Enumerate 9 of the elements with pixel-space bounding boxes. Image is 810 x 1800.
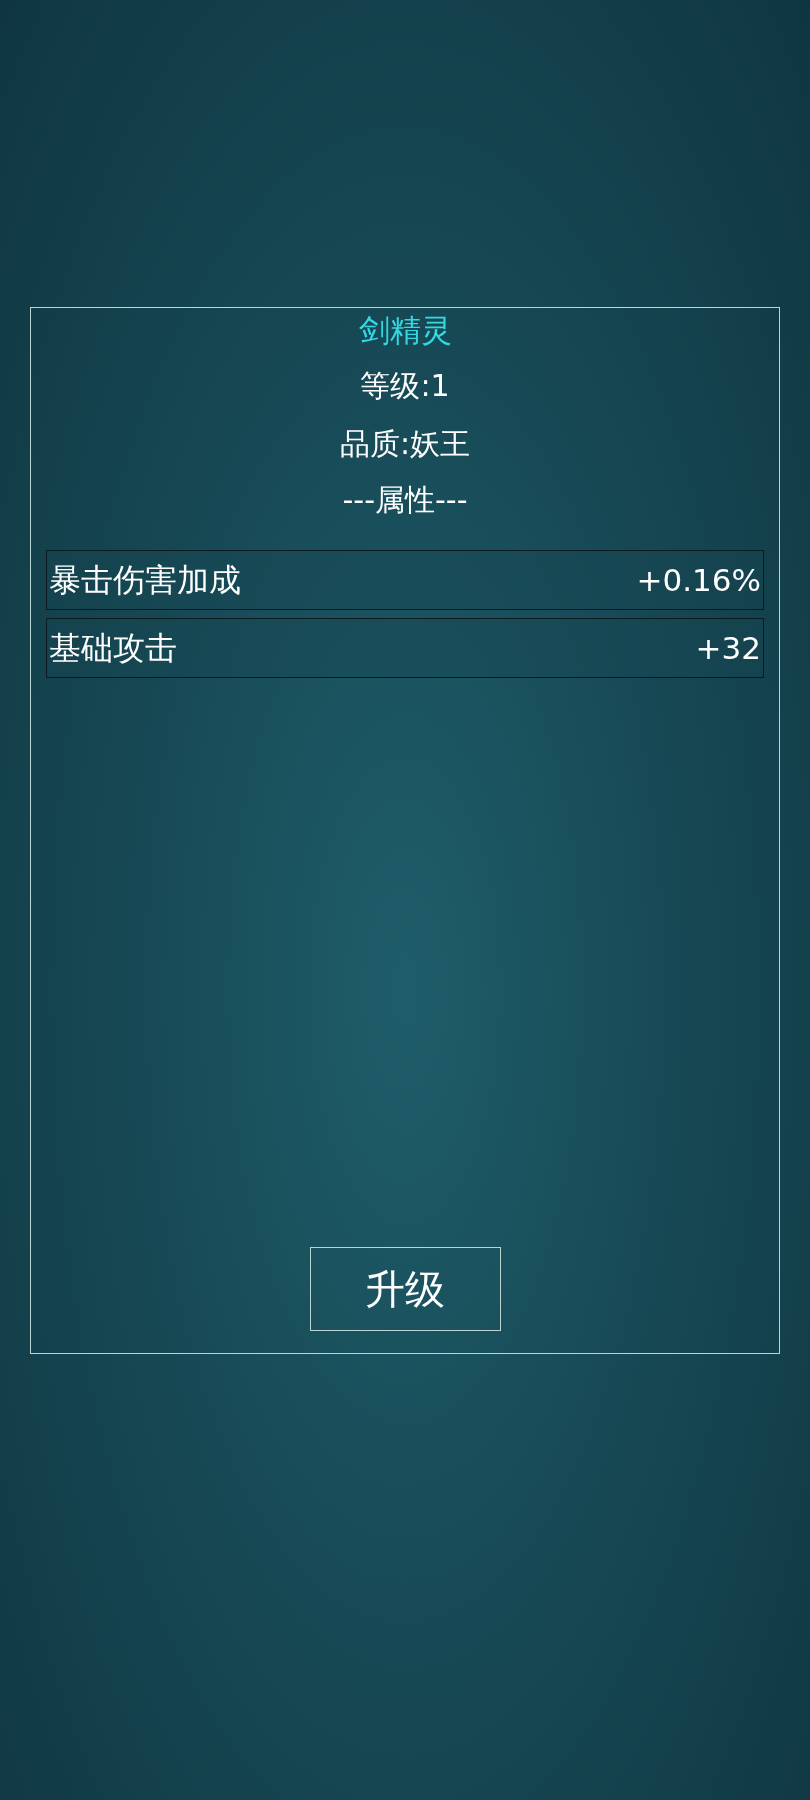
attribute-value: +0.16%	[636, 560, 761, 600]
attribute-label: 暴击伤害加成	[49, 560, 241, 601]
upgrade-button[interactable]: 升级	[309, 1247, 501, 1331]
level-text: 等级:1	[360, 367, 450, 405]
attribute-label: 基础攻击	[49, 628, 177, 669]
quality-text: 品质:妖王	[339, 425, 471, 463]
spirit-name: 剑精灵	[358, 311, 452, 350]
section-title: ---属性---	[342, 481, 468, 519]
attribute-value: +32	[695, 628, 761, 668]
